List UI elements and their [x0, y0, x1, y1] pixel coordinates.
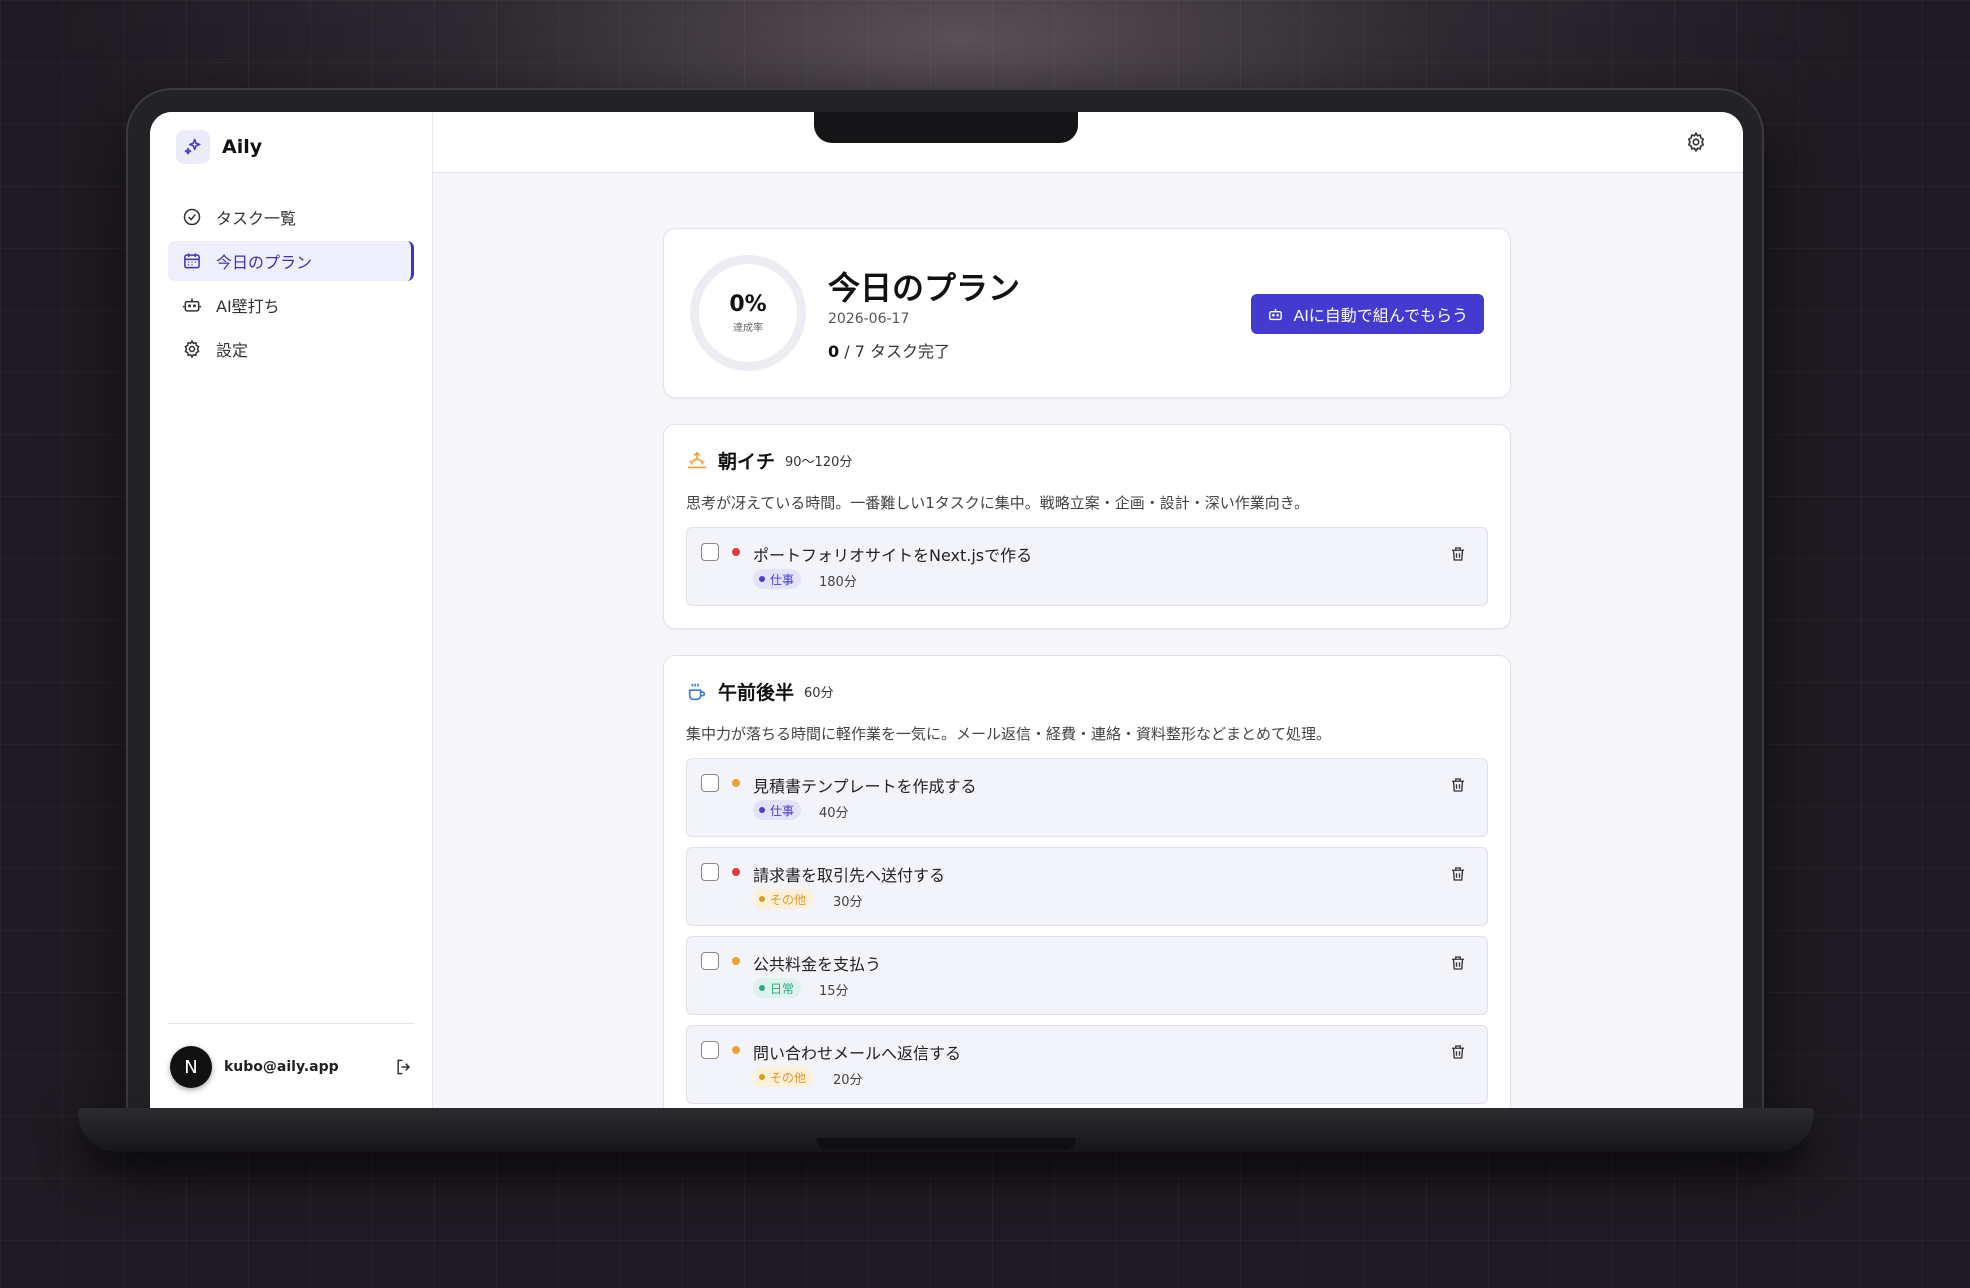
- category-tag: 日常: [753, 978, 802, 998]
- task-completion-count: 0 / 7 タスク完了: [828, 338, 950, 362]
- laptop-base-groove: [816, 1138, 1076, 1150]
- task-checkbox[interactable]: [701, 863, 719, 881]
- task-title: 問い合わせメールへ返信する: [753, 1044, 962, 1063]
- sidebar-item-label: 設定: [216, 341, 249, 360]
- task-checkbox[interactable]: [701, 774, 719, 792]
- task-duration: 15分: [819, 984, 849, 999]
- trash-icon[interactable]: [1449, 865, 1467, 883]
- task-duration: 40分: [819, 806, 849, 821]
- priority-high-dot: [732, 868, 740, 876]
- category-tag: その他: [753, 889, 814, 909]
- done-count: 0: [828, 342, 840, 361]
- progress-label: 達成率: [733, 323, 763, 334]
- trash-icon[interactable]: [1449, 954, 1467, 972]
- settings-button[interactable]: [1685, 131, 1707, 157]
- category-tag: 仕事: [753, 800, 802, 820]
- plan-date: 2026-06-17: [828, 311, 910, 327]
- sidebar-divider: [168, 1023, 414, 1024]
- block-duration: 90〜120分: [785, 455, 853, 470]
- page-title: 今日のプラン: [828, 269, 1021, 307]
- logout-icon[interactable]: [394, 1057, 414, 1077]
- time-block-late-morning: 午前後半 60分 集中力が落ちる時間に軽作業を一気に。メール返信・経費・連絡・資…: [663, 655, 1511, 1108]
- task-item[interactable]: 見積書テンプレートを作成する 仕事 40分: [686, 758, 1488, 837]
- task-item[interactable]: 請求書を取引先へ送付する その他 30分: [686, 847, 1488, 926]
- block-duration: 60分: [804, 686, 834, 701]
- task-item[interactable]: ポートフォリオサイトをNext.jsで作る 仕事 180分: [686, 527, 1488, 606]
- plan-summary-card: 0% 達成率 今日のプラン 2026-06-17 0 / 7 タスク完了 AIに…: [663, 228, 1511, 398]
- task-item[interactable]: 問い合わせメールへ返信する その他 20分: [686, 1025, 1488, 1104]
- user-profile: N kubo@aily.app: [170, 1046, 414, 1088]
- task-title: ポートフォリオサイトをNext.jsで作る: [753, 546, 1033, 565]
- plan-content: 0% 達成率 今日のプラン 2026-06-17 0 / 7 タスク完了 AIに…: [663, 228, 1511, 1108]
- trash-icon[interactable]: [1449, 1043, 1467, 1061]
- gear-icon: [1687, 131, 1705, 153]
- sidebar-item-label: タスク一覧: [216, 209, 297, 228]
- sparkle-logo-icon: [176, 130, 210, 164]
- coffee-icon: [688, 683, 706, 700]
- calendar-icon: [184, 253, 200, 269]
- sidebar-nav: タスク一覧 今日のプラン AI壁打ち 設定: [168, 197, 414, 373]
- camera-notch: [814, 112, 1078, 143]
- check-circle-icon: [183, 208, 201, 226]
- sunrise-icon: [687, 451, 707, 468]
- avatar[interactable]: N: [170, 1046, 212, 1088]
- task-checkbox[interactable]: [701, 543, 719, 561]
- user-email: kubo@aily.app: [224, 1059, 339, 1075]
- sidebar-item-label: 今日のプラン: [216, 253, 313, 272]
- priority-medium-dot: [732, 779, 740, 787]
- ai-auto-plan-button[interactable]: AIに自動で組んでもらう: [1250, 294, 1484, 334]
- category-tag: 仕事: [753, 569, 802, 589]
- app-name: Aily: [222, 136, 263, 158]
- task-checkbox[interactable]: [701, 1041, 719, 1059]
- app-screen: Aily タスク一覧 今日のプラン AI壁打ち 設定 N kubo@aily.a…: [150, 112, 1743, 1108]
- robot-icon: [182, 298, 202, 312]
- block-header: 午前後半 60分: [686, 678, 1488, 705]
- task-duration: 180分: [819, 575, 857, 590]
- progress-percent: 0%: [729, 292, 767, 317]
- block-title: 午前後半: [718, 682, 795, 704]
- task-item[interactable]: 公共料金を支払う 日常 15分: [686, 936, 1488, 1015]
- ai-auto-plan-label: AIに自動で組んでもらう: [1293, 308, 1468, 325]
- task-title: 公共料金を支払う: [753, 955, 882, 974]
- topbar: [433, 112, 1743, 173]
- priority-medium-dot: [732, 957, 740, 965]
- block-description: 集中力が落ちる時間に軽作業を一気に。メール返信・経費・連絡・資料整形などまとめて…: [686, 725, 1332, 743]
- brand[interactable]: Aily: [176, 130, 262, 164]
- trash-icon[interactable]: [1449, 545, 1467, 563]
- sidebar-item-label: AI壁打ち: [216, 297, 280, 316]
- robot-icon: [1268, 308, 1282, 320]
- task-title: 請求書を取引先へ送付する: [753, 866, 946, 885]
- priority-high-dot: [732, 548, 740, 556]
- task-checkbox[interactable]: [701, 952, 719, 970]
- main-area: 0% 達成率 今日のプラン 2026-06-17 0 / 7 タスク完了 AIに…: [433, 112, 1743, 1108]
- sidebar-item-today-plan[interactable]: 今日のプラン: [168, 241, 414, 281]
- priority-medium-dot: [732, 1046, 740, 1054]
- block-description: 思考が冴えている時間。一番難しい1タスクに集中。戦略立案・企画・設計・深い作業向…: [686, 494, 1310, 512]
- category-tag: その他: [753, 1067, 814, 1087]
- sidebar-item-ai-chat[interactable]: AI壁打ち: [168, 285, 414, 325]
- time-block-morning: 朝イチ 90〜120分 思考が冴えている時間。一番難しい1タスクに集中。戦略立案…: [663, 424, 1511, 629]
- progress-ring: 0% 達成率: [690, 255, 806, 371]
- total-count: / 7 タスク完了: [839, 342, 950, 361]
- gear-icon: [184, 339, 200, 359]
- sidebar-item-settings[interactable]: 設定: [168, 329, 414, 369]
- block-header: 朝イチ 90〜120分: [686, 447, 1488, 474]
- trash-icon[interactable]: [1449, 776, 1467, 794]
- task-duration: 30分: [833, 895, 863, 910]
- task-title: 見積書テンプレートを作成する: [753, 777, 977, 796]
- sidebar-item-tasks[interactable]: タスク一覧: [168, 197, 414, 237]
- sidebar: Aily タスク一覧 今日のプラン AI壁打ち 設定 N kubo@aily.a…: [150, 112, 433, 1108]
- task-duration: 20分: [833, 1073, 863, 1088]
- block-title: 朝イチ: [718, 451, 776, 473]
